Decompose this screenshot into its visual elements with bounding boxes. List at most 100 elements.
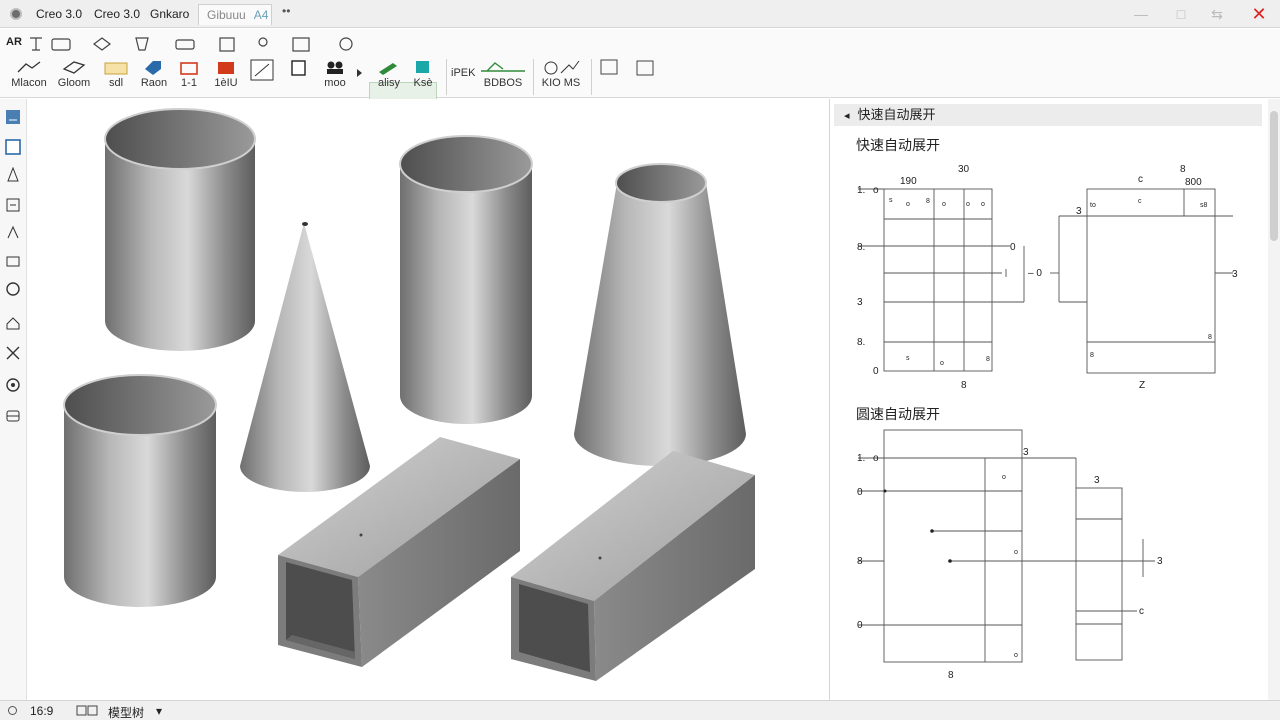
section-tool-icon[interactable] (5, 253, 21, 269)
alisy-button[interactable]: alisy (374, 59, 404, 89)
cylinder-model-1[interactable] (104, 108, 256, 351)
tools-icon[interactable] (5, 345, 21, 361)
cylinder-model-2[interactable] (63, 374, 217, 607)
note-icon[interactable] (600, 59, 618, 75)
tab-creo-1[interactable]: Creo 3.0 (28, 4, 90, 25)
panel-tool-icon[interactable] (5, 197, 21, 213)
tab-gnkaro[interactable]: Gnkaro (142, 4, 197, 25)
toggle-icon[interactable] (175, 39, 195, 50)
moo-button[interactable]: moo (322, 59, 348, 89)
sdl-button[interactable]: sdl (100, 59, 132, 89)
raon-label: Raon (140, 77, 168, 89)
cylinder-model-3[interactable] (399, 135, 533, 424)
ribbon-separator (446, 59, 447, 95)
page-button[interactable] (289, 59, 309, 77)
person-icon[interactable] (258, 37, 268, 47)
orbit-tool-icon[interactable] (5, 281, 21, 297)
d3-bottom-label: 8 (948, 670, 954, 681)
tag-icon (145, 61, 161, 75)
box-red-icon (180, 62, 198, 75)
mlacon-button[interactable]: Mlacon (10, 59, 48, 89)
aspect-ratio-label: 16:9 (30, 704, 54, 718)
kse-button[interactable]: Ksè (410, 59, 436, 89)
cone-model[interactable] (240, 222, 370, 492)
one-one-label: 1-1 (181, 77, 197, 89)
d2-right-label: 3 (1232, 269, 1238, 280)
window-tool-icon[interactable] (5, 139, 21, 155)
panel-scrollbar[interactable] (1268, 99, 1280, 700)
tab-active-label: Gibuuu (207, 8, 246, 22)
ipek-label: iPEK (451, 67, 476, 79)
pencil-green-icon (379, 63, 397, 75)
cone-tool-icon[interactable] (5, 167, 21, 183)
globe-icon[interactable] (339, 37, 353, 51)
d2-cell-mark-1: to (1090, 202, 1096, 209)
model-viewport[interactable] (28, 99, 826, 700)
rotate-tool-icon[interactable] (5, 225, 21, 241)
flat-pattern-drawing-3[interactable] (858, 429, 1155, 663)
bdbos-button[interactable]: BDBOS (478, 59, 528, 89)
model-canvas (63, 108, 755, 681)
d3-right-label-3b: 3 (1094, 475, 1100, 486)
tieiu-button[interactable]: 1èIU (212, 59, 240, 89)
d1-bottom-label: 8 (961, 380, 967, 391)
kio-ms-button[interactable]: KIO MS (538, 59, 584, 89)
layer-icon[interactable] (51, 38, 71, 51)
model-tree-label[interactable]: 模型树 (108, 704, 144, 720)
d1-cell-mark-2: o (906, 201, 910, 208)
mlacon-label: Mlacon (11, 77, 47, 89)
text-tool-icon[interactable] (30, 37, 42, 51)
dimension-button[interactable] (250, 59, 274, 83)
more-tabs-button[interactable]: •• (282, 4, 290, 18)
grid-icon[interactable] (219, 37, 235, 52)
ribbon-row1-icons (30, 37, 353, 52)
select-tool-icon[interactable] (5, 109, 21, 125)
d1-left-label-8a: 8. (857, 242, 865, 253)
ipek-button[interactable]: iPEK (451, 65, 475, 79)
view-toggle-icon[interactable] (76, 705, 98, 717)
tab-active-document[interactable]: Gibuuu A4 (198, 4, 272, 25)
one-one-button[interactable]: 1-1 (176, 59, 202, 89)
house-tool-icon[interactable] (5, 315, 21, 331)
ribbon-toolbar: AR Mlacon Gloom sdl Raon 1-1 1èIU moo al… (0, 29, 1280, 124)
gloom-button[interactable]: Gloom (56, 59, 92, 89)
raon-button[interactable]: Raon (138, 59, 170, 89)
scroll-thumb[interactable] (1270, 111, 1278, 241)
d1-cell-mark-8: o (940, 360, 944, 367)
shape-red-icon (218, 62, 234, 74)
d3-left-o: o (873, 453, 879, 464)
d1-cell-mark-6: o (981, 201, 985, 208)
refresh-icon[interactable] (5, 377, 21, 393)
square-tube-model-2[interactable] (511, 451, 755, 681)
drawing-3-dots (883, 489, 952, 563)
bucket-icon[interactable] (135, 37, 149, 51)
restore-button[interactable]: ⇆ (1202, 4, 1232, 24)
d1-right-label-0: 0 (1010, 242, 1016, 253)
left-toolbar (0, 99, 27, 700)
sketch-icon (17, 61, 41, 73)
table-icon[interactable] (292, 37, 310, 52)
bdbos-label: BDBOS (483, 77, 523, 89)
d1-left-label-8b: 8. (857, 337, 865, 348)
tab-creo-2[interactable]: Creo 3.0 (86, 4, 148, 25)
eraser-icon (62, 61, 86, 74)
view-dropdown-arrow[interactable]: ▾ (156, 704, 162, 718)
minimize-button[interactable]: — (1126, 4, 1156, 24)
people-icon (327, 61, 343, 74)
d1-cell-mark-9: 8 (986, 356, 990, 363)
unfold-panel: ◂ 快速自动展开 快速自动展开 圆速自动展开 190 30 1. o 8. 3 … (829, 99, 1266, 700)
image-icon[interactable] (636, 60, 654, 76)
truncated-cone-model[interactable] (574, 163, 746, 466)
status-indicator-icon (8, 706, 17, 715)
d3-cell-mark-3: o (1014, 652, 1018, 659)
maximize-button[interactable]: □ (1166, 4, 1196, 24)
ribbon-separator-3 (591, 59, 592, 95)
feature-icon[interactable] (93, 37, 111, 51)
flat-pattern-drawing-1[interactable] (858, 188, 1025, 372)
expand-arrow-icon[interactable] (355, 68, 365, 78)
d2-cell-mark-3: s8 (1200, 202, 1208, 209)
gloom-label: Gloom (57, 77, 91, 89)
d1-left-label-3: 3 (857, 297, 863, 308)
close-button[interactable]: ✕ (1244, 4, 1274, 24)
save-drive-icon[interactable] (5, 407, 21, 423)
